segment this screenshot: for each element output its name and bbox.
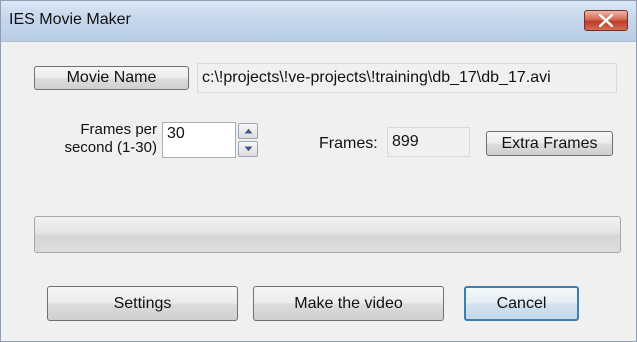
- fps-label-line2: second (1-30): [64, 139, 157, 156]
- make-video-button[interactable]: Make the video: [253, 286, 444, 321]
- movie-path-field: c:\!projects\!ve-projects\!training\db_1…: [197, 63, 617, 93]
- window-title: IES Movie Maker: [9, 11, 131, 28]
- dialog-content: Movie Name c:\!projects\!ve-projects\!tr…: [9, 42, 628, 335]
- frames-count-field: 899: [387, 127, 470, 157]
- chevron-down-icon: [244, 146, 253, 152]
- make-video-button-label: Make the video: [294, 295, 403, 312]
- fps-label-line1: Frames per: [80, 121, 157, 138]
- title-bar: IES Movie Maker: [1, 1, 636, 42]
- fps-spin-up-button[interactable]: [238, 123, 258, 139]
- movie-name-button[interactable]: Movie Name: [34, 66, 189, 90]
- extra-frames-button-label: Extra Frames: [501, 135, 598, 152]
- close-button[interactable]: [584, 10, 628, 31]
- fps-input[interactable]: 30: [162, 122, 236, 158]
- settings-button[interactable]: Settings: [47, 286, 238, 321]
- movie-name-button-label: Movie Name: [66, 69, 157, 86]
- fps-label: Frames per second (1-30): [52, 121, 157, 157]
- close-icon: [599, 14, 613, 27]
- progress-bar: [34, 216, 621, 253]
- cancel-button[interactable]: Cancel: [464, 286, 579, 321]
- frames-label: Frames:: [319, 135, 378, 152]
- settings-button-label: Settings: [113, 295, 172, 312]
- cancel-button-label: Cancel: [496, 295, 547, 312]
- ies-movie-maker-window: IES Movie Maker Movie Name c:\!projects\…: [0, 0, 637, 342]
- fps-spin-down-button[interactable]: [238, 141, 258, 157]
- fps-spinner: [238, 123, 258, 157]
- extra-frames-button[interactable]: Extra Frames: [486, 131, 613, 156]
- chevron-up-icon: [244, 128, 253, 134]
